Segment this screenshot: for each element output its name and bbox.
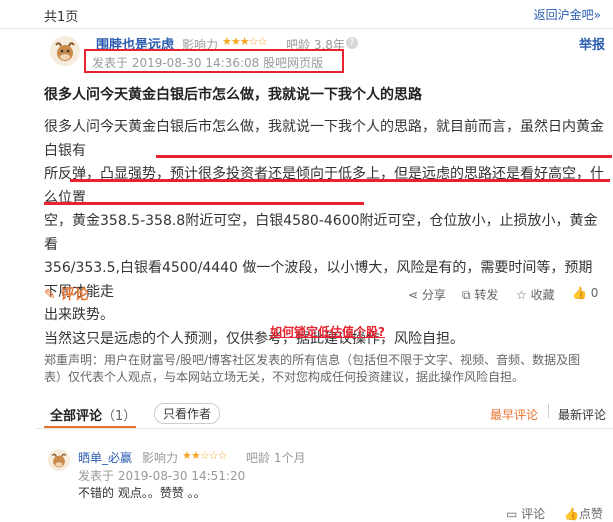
annotation-underline [70,179,610,182]
comment-forum-age: 吧龄 1个月 [246,451,306,465]
reply-icon: ▭ [506,507,518,521]
share-label: 分享 [421,288,446,302]
collect-button[interactable]: ☆ 收藏 [516,286,555,303]
sort-newest[interactable]: 最新评论 [558,406,606,423]
disclaimer: 郑重声明：用户在财富号/股吧/博客社区发表的所有信息（包括但不限于文字、视频、音… [44,352,604,386]
comment-text: 不错的 观点。。赞赞 。。 [78,486,206,500]
like-label: 点赞 [578,507,603,521]
tab-all-label: 全部评论 [50,409,103,424]
repost-label: 转发 [474,288,499,302]
reply-label: 评论 [521,507,546,521]
star-icon: ☆ [516,288,527,302]
pencil-icon: ✎ [44,287,56,303]
promo-link[interactable]: 如何锁定低估值个股? [270,323,385,340]
annotation-underline [44,202,364,205]
thumbs-up-icon: 👍 [564,507,579,521]
comment-influence-label: 影响力 [142,451,179,465]
post-body: 很多人问今天黄金白银后市怎么做，我就说一下我个人的思路，就目前而言，虽然日内黄金… [44,116,606,351]
comment-author[interactable]: 晒单_必赢 [78,449,132,466]
collect-label: 收藏 [530,288,555,302]
commenter-avatar[interactable] [48,449,70,471]
page-count: 共1页 [44,10,79,25]
share-icon: ⋖ [408,288,419,302]
sort-earliest[interactable]: 最早评论 [490,406,538,423]
comment-reply-button[interactable]: ▭ 评论 [506,505,545,522]
comment-time: 发表于 2019-08-30 14:51:20 [78,469,246,483]
report-button[interactable]: 举报 [579,34,605,53]
repost-button[interactable]: ⧉ 转发 [462,286,498,303]
post-time: 发表于 2019-08-30 14:36:08 股吧网页版 [92,56,324,70]
like-count: 0 [590,286,599,300]
author-avatar[interactable] [50,36,80,66]
bull-avatar-icon [48,449,70,471]
bull-avatar-icon [50,36,80,66]
author-only-toggle[interactable]: 只看作者 [154,403,221,424]
help-icon[interactable]: ? [346,37,358,49]
comment-influence-stars: ★★☆☆☆ [182,449,227,462]
disclaimer-line: 郑重声明：用户在财富号/股吧/博客社区发表的所有信息（包括但不限于文字、视频、音… [44,353,581,367]
comment-label: 评论 [60,287,89,303]
tab-all-count: （1） [102,409,137,424]
divider [548,404,549,418]
like-button[interactable]: 👍 0 [572,286,598,300]
active-tab-indicator [44,426,136,428]
annotation-underline [156,155,612,158]
post-body-line: 空，黄金358.5-358.8附近可空，白银4580-4600附近可空，仓位放小… [44,213,598,253]
thumbs-up-icon: 👍 [572,286,587,300]
divider [0,28,613,29]
comment-like-button[interactable]: 👍点赞 [564,505,603,522]
back-to-forum-link[interactable]: 返回沪金吧» [534,6,601,23]
share-button[interactable]: ⋖ 分享 [408,286,446,303]
post-title: 很多人问今天黄金白银后市怎么做，我就说一下我个人的思路 [44,87,422,103]
influence-stars: ★★★☆☆ [222,35,267,48]
disclaimer-line: 表）仅代表个人观点，与本网站立场无关，不对您构成任何投资建议，据此操作风险自担。 [44,370,525,384]
tab-all-comments[interactable]: 全部评论（1） [50,405,136,424]
comment-button[interactable]: ✎ 评论 [44,284,89,304]
repost-icon: ⧉ [462,288,471,302]
